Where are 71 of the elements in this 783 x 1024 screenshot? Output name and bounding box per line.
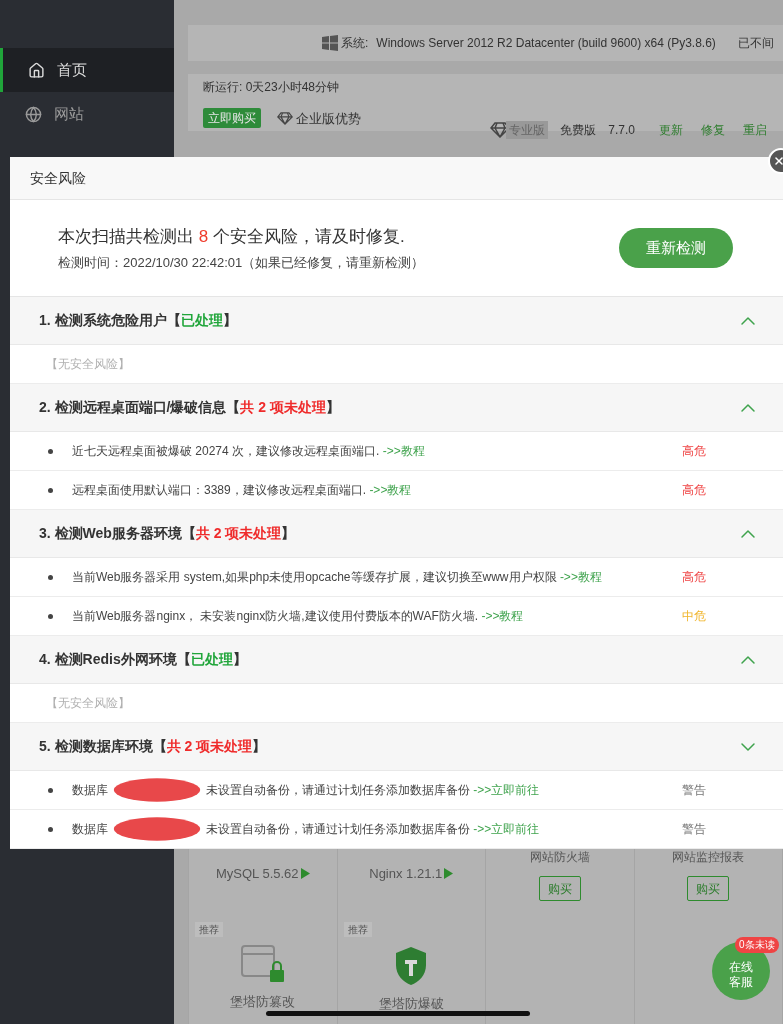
section-header[interactable]: 3. 检测Web服务器环境【共 2 项未处理】 [10, 510, 783, 558]
tutorial-link[interactable]: ->>教程 [369, 483, 412, 497]
software-version[interactable]: Nginx 1.21.1 [369, 864, 454, 884]
section-title: 5. 检测数据库环境【共 2 项未处理】 [39, 737, 268, 756]
software-version[interactable]: MySQL 5.5.62 [215, 864, 310, 884]
risk-description: 当前Web服务器采用 system,如果php未使用opcache等缓存扩展，建议切换至www用户权限 ->>教程 [72, 569, 602, 586]
tutorial-link[interactable]: ->>教程 [559, 570, 602, 584]
risk-description: 近七天远程桌面被爆破 20274 次，建议修改远程桌面端口. ->>教程 [72, 443, 425, 460]
risk-level: 高危 [682, 569, 706, 586]
action-link[interactable]: 重启 [743, 121, 767, 140]
risk-level: 中危 [682, 608, 706, 625]
no-risk-note: 【无安全风险】 [46, 356, 130, 373]
section-header[interactable]: 5. 检测数据库环境【共 2 项未处理】 [10, 723, 783, 771]
version-number: 7.7.0 [608, 122, 635, 140]
section-title: 4. 检测Redis外网环境【已处理】 [39, 650, 248, 669]
edition-label: 免费版 [560, 122, 597, 140]
section-header[interactable]: 2. 检测远程桌面端口/爆破信息【共 2 项未处理】 [10, 384, 783, 432]
tutorial-link[interactable]: ->>教程 [382, 444, 425, 458]
window-lock-icon [239, 944, 286, 984]
enterprise-link[interactable]: 企业版优势 [277, 108, 361, 128]
system-value: Windows Server 2012 R2 Datacenter (build 9600) x64 (Py3.8.6) [376, 35, 716, 53]
unread-badge: 0条未读 [735, 937, 779, 953]
risk-description: 远程桌面使用默认端口：3389，建议修改远程桌面端口. ->>教程 [72, 482, 412, 499]
home-icon [28, 61, 45, 79]
section-header[interactable]: 4. 检测Redis外网环境【已处理】 [10, 636, 783, 684]
action-link[interactable]: 修复 [701, 121, 725, 140]
windows-icon [322, 35, 338, 52]
sidebar-item[interactable]: 首页 [0, 48, 174, 92]
risk-description: 未设置自动备份，请通过计划任务添加数据库备份 ->>立即前往 [206, 821, 540, 838]
tutorial-link[interactable]: ->>立即前往 [473, 783, 540, 797]
close-icon [773, 155, 783, 167]
sidebar-item[interactable]: 网站 [0, 92, 174, 136]
scan-time-text: 检测时间：2022/10/30 22:42:01（如果已经修复，请重新检测） [58, 254, 426, 272]
risk-level: 警告 [682, 782, 706, 799]
risk-description: 未设置自动备份，请通过计划任务添加数据库备份 ->>立即前往 [206, 782, 540, 799]
dialog-title: 安全风险 [30, 168, 86, 188]
plugin-name: 堡塔防篡改 [230, 993, 296, 1011]
diamond-icon [277, 111, 293, 125]
risk-level: 高危 [682, 443, 706, 460]
buy-button[interactable]: 购买 [538, 876, 581, 901]
buy-now-button[interactable]: 立即购买 [203, 108, 261, 129]
section-title: 2. 检测远程桌面端口/爆破信息【共 2 项未处理】 [39, 398, 342, 417]
rescan-button[interactable]: 重新检测 [619, 228, 733, 268]
section-header[interactable]: 1. 检测系统危险用户【已处理】 [10, 297, 783, 345]
tutorial-link[interactable]: ->>教程 [481, 609, 524, 623]
section-title: 3. 检测Web服务器环境【共 2 项未处理】 [39, 524, 297, 543]
action-link[interactable]: 更新 [659, 121, 683, 140]
system-label: 系统: [341, 35, 369, 53]
risk-level: 高危 [682, 482, 706, 499]
recommend-tag: 推荐 [343, 922, 372, 937]
plugin-name: 堡塔防爆破 [378, 995, 444, 1013]
recommend-tag: 推荐 [195, 922, 223, 937]
chat-label: 在线 [729, 960, 753, 975]
plugin-name: 网站监控报表 [672, 849, 745, 866]
shield-hammer-icon [394, 946, 429, 986]
play-icon [444, 868, 454, 880]
globe-icon [25, 105, 42, 123]
play-icon [300, 868, 310, 880]
buy-button[interactable]: 购买 [687, 876, 730, 901]
plugin-name: 网站防火墙 [529, 849, 590, 866]
no-risk-note: 【无安全风险】 [46, 695, 130, 712]
section-title: 1. 检测系统危险用户【已处理】 [39, 311, 238, 330]
risk-description: 当前Web服务器nginx， 未安装nginx防火墙,建议使用付费版本的WAF防火墙. ->>教程 [72, 608, 524, 625]
tutorial-link[interactable]: ->>立即前往 [473, 822, 540, 836]
risk-level: 警告 [682, 821, 706, 838]
risk-description: 数据库 [72, 782, 108, 799]
chat-label: 客服 [729, 975, 753, 990]
uptime-text: 断运行: 0天23小时48分钟 [203, 79, 341, 97]
summary-text: 本次扫描共检测出 8 个安全风险，请及时修复. [58, 225, 406, 248]
status-text: 已不间 [737, 35, 774, 53]
risk-description: 数据库 [72, 821, 108, 838]
